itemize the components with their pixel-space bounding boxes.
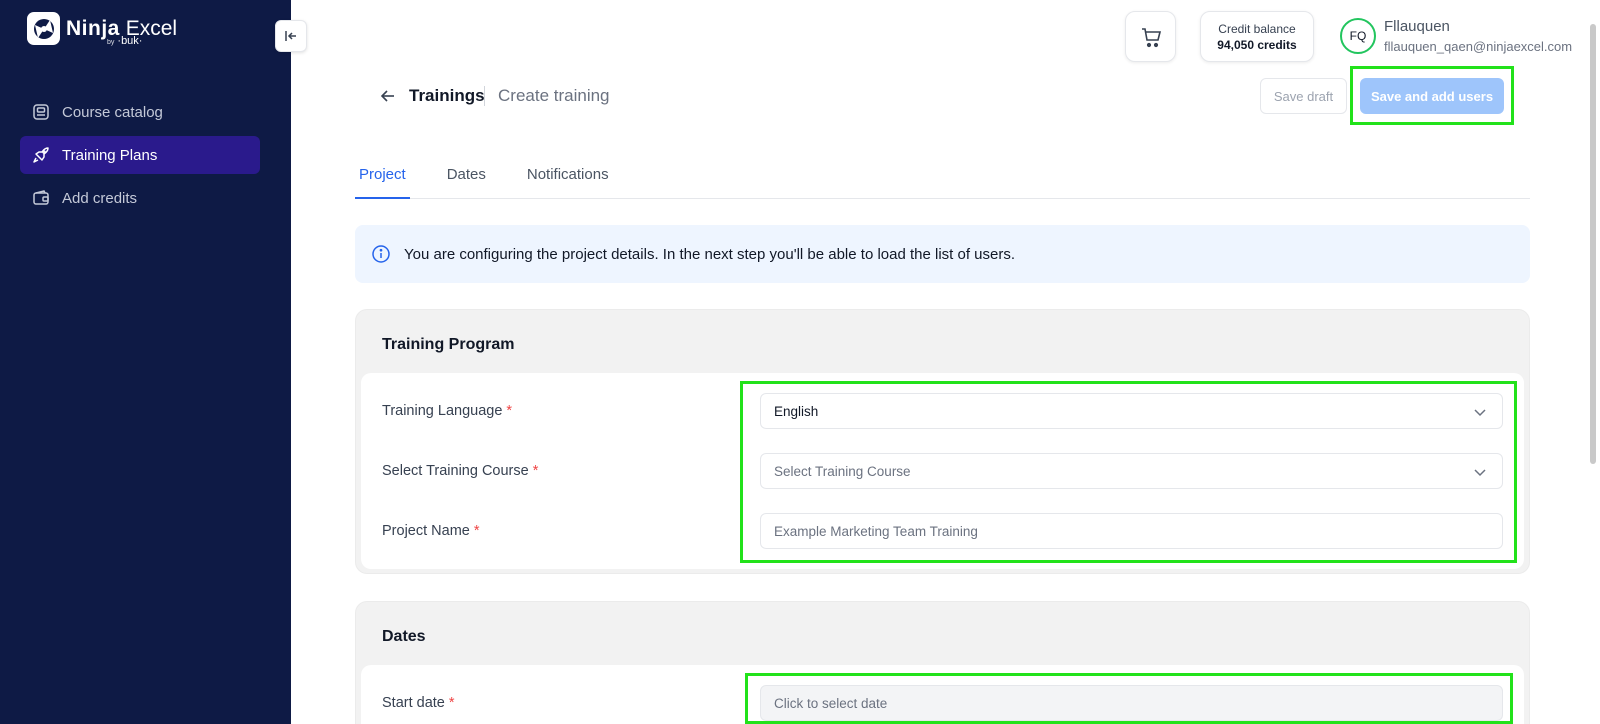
tab-bar: Project Dates Notifications [355, 160, 1530, 199]
sidebar-item-course-catalog[interactable]: Course catalog [20, 93, 260, 131]
credit-balance: Credit balance 94,050 credits [1200, 11, 1314, 62]
save-and-add-users-button[interactable]: Save and add users [1360, 78, 1504, 114]
sidebar-item-label: Add credits [62, 189, 138, 207]
page-title: Create training [498, 86, 610, 105]
sidebar-item-training-plans[interactable]: Training Plans [20, 136, 260, 174]
info-icon [372, 245, 390, 263]
arrow-left-icon [380, 90, 394, 102]
sidebar-item-label: Course catalog [62, 103, 163, 121]
tab-notifications[interactable]: Notifications [523, 160, 613, 199]
start-date-label: Start date * [382, 695, 455, 711]
brand-partner: by ·buk· [107, 35, 143, 47]
training-language-select[interactable]: English [760, 393, 1503, 429]
sidebar-item-label: Training Plans [62, 146, 158, 164]
training-program-section: Training Program Training Language * Eng… [355, 309, 1530, 574]
section-title-dates: Dates [382, 628, 426, 645]
chevron-down-icon [1474, 469, 1486, 477]
ninja-logo-icon [27, 12, 60, 45]
wallet-icon [31, 188, 51, 208]
credit-balance-value: 94,050 credits [1217, 38, 1297, 52]
breadcrumb-trainings[interactable]: Trainings [409, 86, 485, 106]
breadcrumb-divider [484, 86, 485, 106]
brand-logo-area[interactable]: Ninja Excel [27, 12, 177, 45]
chevron-down-icon [1474, 409, 1486, 417]
user-email: fllauquen_qaen@ninjaexcel.com [1384, 39, 1573, 54]
page-scrollbar[interactable] [1590, 24, 1596, 464]
project-name-input[interactable]: Example Marketing Team Training [760, 513, 1503, 549]
sidebar: Ninja Excel by ·buk· Course catalog Trai… [0, 0, 291, 724]
info-banner-text: You are configuring the project details.… [404, 245, 1016, 263]
cart-icon [1141, 27, 1161, 47]
sidebar-item-add-credits[interactable]: Add credits [20, 179, 260, 217]
credit-balance-label: Credit balance [1218, 22, 1296, 36]
tab-dates[interactable]: Dates [443, 160, 490, 199]
training-language-label: Training Language * [382, 403, 513, 419]
catalog-icon [31, 102, 51, 122]
cart-button[interactable] [1125, 11, 1176, 62]
section-title-training-program: Training Program [382, 336, 515, 353]
back-button[interactable] [378, 86, 398, 106]
avatar[interactable]: FQ [1340, 18, 1376, 54]
training-program-form: Training Language * English Select Train… [361, 373, 1524, 569]
collapse-sidebar-button[interactable] [275, 20, 307, 52]
collapse-left-icon [285, 31, 296, 41]
start-date-picker[interactable]: Click to select date [760, 685, 1503, 721]
user-name[interactable]: Fllauquen [1384, 18, 1450, 35]
dates-section: Dates Start date * Click to select date [355, 601, 1530, 724]
project-name-label: Project Name * [382, 523, 480, 539]
tab-project[interactable]: Project [355, 160, 410, 199]
training-course-select[interactable]: Select Training Course [760, 453, 1503, 489]
dates-form: Start date * Click to select date [361, 665, 1524, 724]
info-banner: You are configuring the project details.… [355, 225, 1530, 283]
sidebar-nav: Course catalog Training Plans Add credit… [20, 93, 260, 222]
training-course-label: Select Training Course * [382, 463, 539, 479]
rocket-icon [31, 145, 51, 165]
save-draft-button[interactable]: Save draft [1260, 78, 1347, 114]
